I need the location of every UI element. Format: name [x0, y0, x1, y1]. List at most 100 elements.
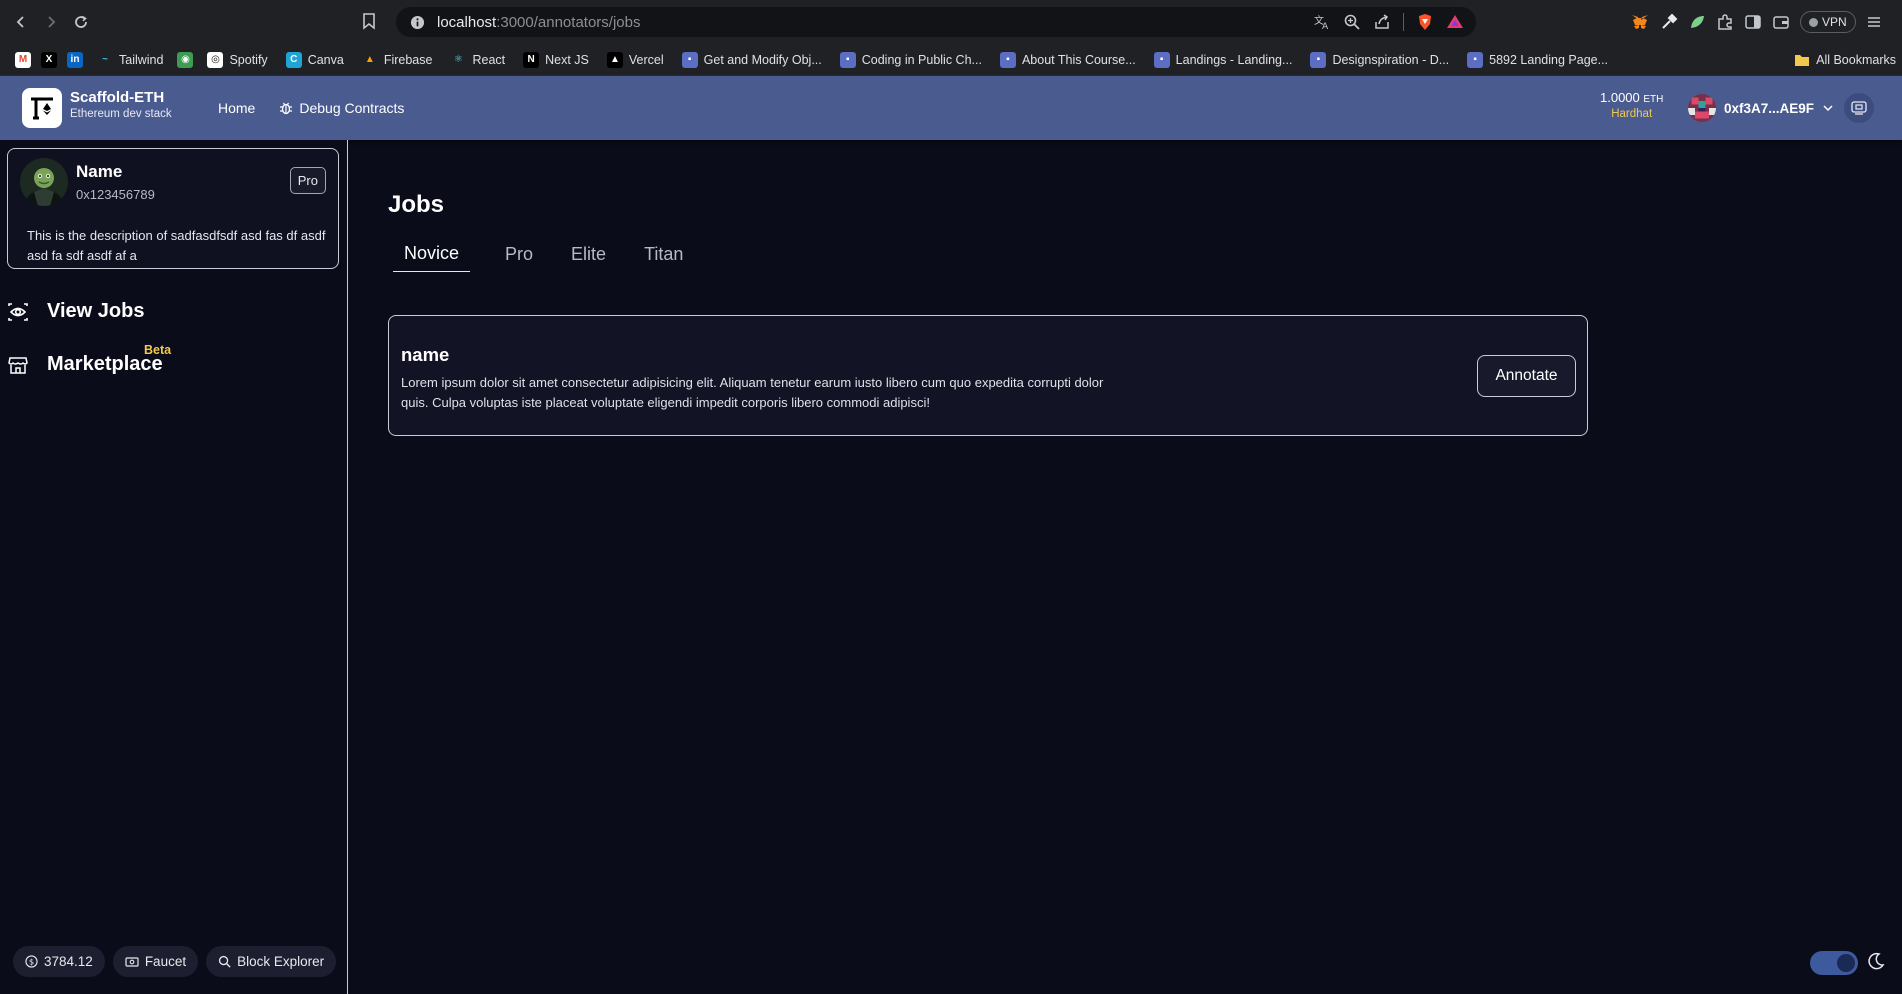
theme-toggle[interactable]	[1810, 951, 1858, 975]
brave-shield-icon[interactable]	[1416, 13, 1434, 31]
profile-description: This is the description of sadfasdfsdf a…	[27, 228, 326, 263]
profile-avatar	[20, 158, 68, 206]
balance-display: 1.0000 ETH Hardhat	[1600, 90, 1663, 120]
bookmark-item[interactable]: ▪ Designspiration - D...	[1301, 51, 1458, 68]
search-icon	[218, 955, 231, 968]
faucet-button[interactable]: Faucet	[112, 946, 199, 977]
all-bookmarks-button[interactable]: All Bookmarks	[1794, 44, 1902, 75]
extension-icon: ◉	[177, 51, 194, 68]
bookmark-item[interactable]: ▪ 5892 Landing Page...	[1458, 51, 1617, 68]
bookmark-label: 5892 Landing Page...	[1489, 52, 1609, 67]
profile-address: 0x123456789	[76, 187, 155, 202]
all-bookmarks-label: All Bookmarks	[1816, 53, 1896, 67]
metamask-icon[interactable]	[1630, 12, 1650, 32]
bookmark-item[interactable]: ~ Tailwind	[88, 52, 172, 68]
leaf-extension-icon[interactable]	[1688, 13, 1706, 31]
moon-icon	[1866, 951, 1886, 971]
page-icon: ▪	[1467, 51, 1484, 68]
address-bar[interactable]: localhost:3000/annotators/jobs 文A	[396, 7, 1476, 37]
bookmark-item[interactable]: C Canva	[277, 51, 353, 68]
faucet-label: Faucet	[144, 954, 187, 969]
bookmark-label: Spotify	[229, 52, 268, 67]
job-description: Lorem ipsum dolor sit amet consectetur a…	[401, 375, 1104, 410]
sidebar-item-label: View Jobs	[47, 300, 145, 322]
header-nav: Home Debug Contracts	[206, 76, 416, 140]
bookmark-item[interactable]: ▪ Get and Modify Obj...	[673, 51, 831, 68]
canva-icon: C	[285, 51, 302, 68]
menu-icon[interactable]	[1866, 14, 1882, 30]
page-icon: ▪	[999, 51, 1016, 68]
url-host: localhost	[437, 13, 497, 31]
bookmark-item[interactable]: ▲ Firebase	[353, 52, 442, 68]
store-icon	[7, 354, 29, 376]
bookmark-label: Canva	[307, 52, 344, 67]
app-header: Scaffold-ETH Ethereum dev stack Home Deb…	[0, 76, 1902, 140]
nav-home-label: Home	[218, 100, 256, 116]
gmail-icon: M	[15, 51, 31, 68]
svg-text:A: A	[1322, 22, 1329, 31]
bookmark-item[interactable]: ◉	[172, 51, 198, 68]
bookmark-item[interactable]: N Next JS	[514, 51, 598, 68]
tailwind-icon: ~	[102, 54, 108, 65]
qr-code-button[interactable]	[1844, 93, 1874, 123]
bookmark-label: Landings - Landing...	[1175, 52, 1293, 67]
tab-novice[interactable]: Novice	[393, 236, 471, 272]
wallet-icon[interactable]	[1772, 13, 1790, 31]
nav-home[interactable]: Home	[206, 94, 267, 122]
block-explorer-button[interactable]: Block Explorer	[206, 946, 337, 977]
bookmark-label: Next JS	[545, 52, 589, 67]
qr-code-icon	[1851, 101, 1867, 115]
eth-price: 3784.12	[44, 954, 93, 969]
page-icon: ▪	[681, 51, 698, 68]
bookmark-item[interactable]: X	[36, 51, 62, 68]
bookmark-item[interactable]: ▲ Vercel	[598, 51, 673, 68]
tab-elite[interactable]: Elite	[560, 236, 617, 272]
eye-icon	[7, 301, 29, 323]
bookmark-item[interactable]: ▪ Landings - Landing...	[1145, 51, 1302, 68]
sidepanel-icon[interactable]	[1744, 13, 1762, 31]
bookmark-item[interactable]: ⚛ React	[441, 52, 514, 68]
translate-icon[interactable]: 文A	[1313, 13, 1331, 31]
bookmark-item[interactable]: ▪ About This Course...	[991, 51, 1145, 68]
bug-icon	[279, 101, 293, 115]
x-icon: X	[41, 51, 57, 68]
blockie-avatar	[1688, 94, 1716, 122]
linkedin-icon: in	[67, 51, 83, 68]
bookmark-label: Designspiration - D...	[1332, 52, 1450, 67]
back-icon[interactable]	[6, 7, 36, 37]
tab-titan[interactable]: Titan	[633, 236, 694, 272]
profile-card: Name 0x123456789 Pro This is the descrip…	[7, 148, 339, 269]
annotate-button[interactable]: Annotate	[1477, 355, 1576, 397]
vpn-button[interactable]: VPN	[1800, 11, 1856, 33]
eyedropper-icon[interactable]	[1660, 13, 1678, 31]
url-path: :3000/annotators/jobs	[496, 13, 641, 31]
bookmark-label: Vercel	[628, 52, 664, 67]
puzzle-icon[interactable]	[1716, 13, 1734, 31]
job-name: name	[401, 344, 450, 365]
site-info-icon[interactable]	[410, 15, 425, 30]
nav-debug-contracts[interactable]: Debug Contracts	[267, 94, 416, 122]
browser-toolbar: localhost:3000/annotators/jobs 文A VPN	[0, 0, 1902, 44]
level-tabs: Novice Pro Elite Titan	[393, 236, 710, 272]
reload-icon[interactable]	[66, 7, 96, 37]
zoom-icon[interactable]	[1343, 13, 1361, 31]
bookmark-item[interactable]: in	[62, 51, 88, 68]
bookmark-item[interactable]: ▪ Coding in Public Ch...	[831, 51, 991, 68]
brave-rewards-icon[interactable]	[1446, 13, 1464, 31]
bookmark-item[interactable]: M	[10, 51, 36, 68]
account-dropdown[interactable]: 0xf3A7...AE9F	[1684, 90, 1844, 126]
profile-name: Name	[76, 162, 123, 181]
tab-pro[interactable]: Pro	[494, 236, 544, 272]
eth-price-button[interactable]: $ 3784.12	[13, 946, 105, 977]
sidebar-item-view-jobs[interactable]: View Jobs	[7, 300, 144, 323]
brand: Scaffold-ETH Ethereum dev stack	[70, 89, 172, 120]
svg-text:$: $	[29, 957, 34, 967]
extensions-area: VPN	[1630, 7, 1882, 37]
scaffold-logo[interactable]	[22, 88, 62, 128]
profile-level-badge: Pro	[289, 167, 326, 194]
bookmark-item[interactable]: ◎ Spotify	[198, 51, 276, 68]
bookmark-page-icon[interactable]	[362, 13, 376, 30]
share-icon[interactable]	[1373, 13, 1391, 31]
sidebar-item-marketplace[interactable]: Marketplace	[7, 353, 163, 376]
forward-icon[interactable]	[36, 7, 66, 37]
